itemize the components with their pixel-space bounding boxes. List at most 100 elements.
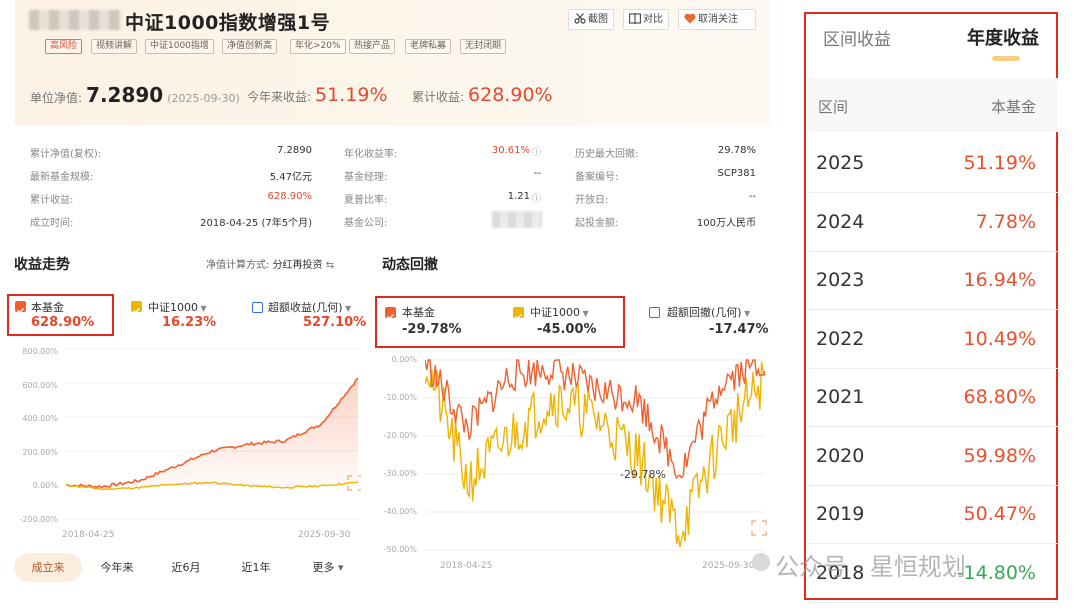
info-value: 100万人民币	[696, 218, 756, 229]
calc-method[interactable]: 净值计算方式: 分红再投资 ⇆	[206, 256, 334, 271]
year-label: 2024	[816, 210, 865, 233]
info-label: 最新基金规模:	[30, 172, 94, 183]
info-label: 成立时间:	[30, 218, 74, 229]
dd-legend-excess-value: -17.47%	[709, 322, 769, 337]
info-label: 基金公司:	[344, 218, 388, 229]
legend-excess-checkbox[interactable]	[252, 302, 263, 313]
y-tick-label: 0.00%	[391, 355, 417, 364]
year-label: 2022	[816, 327, 865, 350]
row-divider	[808, 367, 1058, 369]
dropdown-icon[interactable]: ▼	[343, 304, 351, 313]
fund-tag: 中证1000指增	[145, 39, 214, 54]
fund-tag: 视频讲解	[91, 39, 138, 54]
period-tab[interactable]: 近1年	[230, 553, 282, 582]
period-tab[interactable]: 成立来	[14, 553, 82, 582]
x-tick-label: 2025-09-30	[702, 561, 755, 571]
redacted-company-name	[29, 10, 121, 30]
x-tick-label: 2018-04-25	[440, 561, 493, 571]
drawdown-title: 动态回撤	[382, 257, 438, 273]
info-label: 开放日:	[575, 195, 609, 206]
unfollow-label: 取消关注	[698, 14, 738, 25]
info-value: 7.2890	[277, 145, 312, 156]
returns-title: 收益走势	[14, 257, 70, 273]
dd-legend-excess-checkbox[interactable]	[649, 307, 660, 318]
cum-value: 628.90%	[468, 84, 553, 106]
screenshot-label: 截图	[588, 14, 608, 25]
compare-button[interactable]: 对比	[623, 9, 669, 30]
info-value: --	[533, 168, 541, 179]
year-label: 2020	[816, 444, 865, 467]
fund-tag: 无封闭期	[460, 39, 507, 54]
fund-tag: 老牌私募	[405, 39, 452, 54]
tab-yearly-returns[interactable]: 年度收益	[967, 24, 1039, 50]
screenshot-button[interactable]: 截图	[568, 9, 614, 30]
row-divider	[808, 426, 1058, 427]
calc-value: 分红再投资	[272, 260, 323, 271]
highlight-frame	[7, 294, 114, 336]
wechat-icon	[752, 553, 770, 571]
cum-label: 累计收益:	[412, 90, 465, 104]
dd-legend-excess-label: 超额回撤(几何)	[667, 306, 742, 319]
period-tab[interactable]: 近6月	[160, 553, 212, 582]
unfollow-button[interactable]: 取消关注	[678, 9, 756, 30]
help-icon[interactable]: ⓘ	[532, 145, 541, 158]
scissors-icon	[574, 13, 586, 24]
period-tab[interactable]: 今年来	[91, 553, 143, 582]
year-return: 50.47%	[963, 503, 1036, 525]
row-divider	[808, 250, 1058, 252]
info-label: 历史最大回撤:	[575, 149, 639, 160]
year-return: 68.80%	[963, 386, 1036, 408]
info-value: 29.78%	[717, 145, 756, 156]
year-return: 51.19%	[963, 152, 1036, 174]
period-tab[interactable]: 更多 ▾	[300, 553, 356, 582]
drawdown-annotation: -29.78%	[620, 468, 666, 481]
col-header-interval: 区间	[818, 98, 849, 116]
dropdown-icon[interactable]: ▼	[742, 309, 750, 318]
info-label: 累计净值(复权):	[30, 149, 102, 160]
returns-chart[interactable]	[66, 345, 361, 530]
row-divider	[808, 601, 1058, 603]
highlight-frame	[375, 296, 625, 348]
info-value: 628.90%	[267, 191, 313, 202]
y-tick-label: -30.00%	[383, 469, 417, 478]
legend-excess-label: 超额收益(几何)	[268, 301, 343, 314]
ytd-value: 51.19%	[315, 84, 388, 106]
fullscreen-icon[interactable]	[751, 520, 767, 536]
info-value: 5.47亿元	[269, 172, 312, 183]
nav-label: 单位净值:	[30, 91, 83, 105]
year-return: 59.98%	[963, 444, 1036, 467]
chevron-down-icon: ▾	[334, 561, 344, 574]
year-return: 10.49%	[963, 327, 1036, 350]
redacted-company	[492, 211, 542, 228]
drawdown-chart[interactable]	[425, 355, 770, 555]
year-label: 2025	[816, 152, 865, 174]
row-divider	[808, 484, 1058, 486]
year-return: 16.94%	[963, 269, 1036, 291]
y-tick-label: -50.00%	[383, 545, 417, 554]
calc-label: 净值计算方式:	[206, 260, 270, 271]
help-icon[interactable]: ⓘ	[532, 191, 541, 204]
compare-label: 对比	[643, 14, 663, 25]
y-tick-label: -10.00%	[383, 393, 417, 402]
tab-interval-returns[interactable]: 区间收益	[823, 25, 891, 50]
nav-value: 7.2890	[86, 83, 164, 107]
legend-index-checkbox[interactable]	[131, 301, 142, 314]
info-value: SCP381	[717, 168, 756, 179]
y-tick-label: -40.00%	[383, 507, 417, 516]
info-label: 年化收益率:	[344, 149, 398, 160]
info-label: 累计收益:	[30, 195, 74, 206]
dropdown-icon[interactable]: ▼	[198, 304, 207, 313]
year-return: -14.80%	[956, 561, 1036, 584]
info-value: --	[748, 191, 756, 202]
fund-title: 中证1000指数增强1号	[125, 12, 331, 34]
cum-summary: 累计收益: 628.90%	[412, 84, 553, 106]
year-label: 2021	[816, 386, 865, 408]
row-divider	[808, 309, 1058, 310]
info-value: 30.61%	[491, 145, 530, 156]
y-tick-label: -20.00%	[383, 431, 417, 440]
y-tick-label: 200.00%	[22, 447, 58, 457]
info-label: 基金经理:	[344, 172, 388, 183]
fund-tag: 热接产品	[349, 39, 396, 54]
x-tick-label: 2025-09-30	[298, 530, 351, 540]
y-tick-label: 0.00%	[32, 481, 58, 490]
